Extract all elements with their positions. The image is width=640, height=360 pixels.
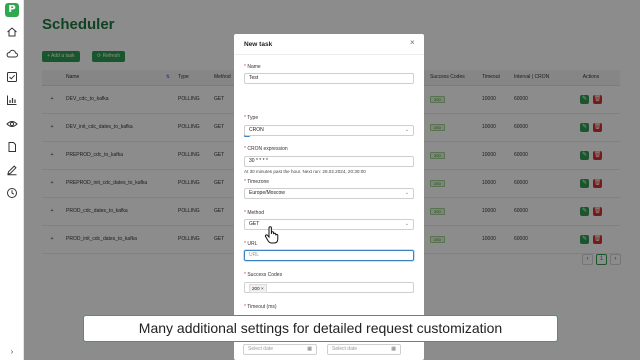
timezone-field-label: * Timezone xyxy=(244,179,269,185)
required-mark: * xyxy=(244,272,246,278)
checklist-icon[interactable] xyxy=(6,71,18,83)
end-date-picker[interactable]: Select date ▦ xyxy=(327,344,401,355)
label-text: Type xyxy=(247,115,259,121)
required-mark: * xyxy=(244,146,246,152)
eye-icon[interactable] xyxy=(6,118,18,130)
label-text: Timeout (ms) xyxy=(247,304,277,310)
label-text: CRON expression xyxy=(247,146,288,152)
caption-banner: Many additional settings for detailed re… xyxy=(83,315,558,342)
chevron-down-icon: ⌄ xyxy=(404,221,409,227)
chevron-down-icon: ⌄ xyxy=(404,127,409,133)
url-field[interactable]: URL xyxy=(244,250,414,261)
start-date-picker[interactable]: Select date ▦ xyxy=(243,344,317,355)
home-icon[interactable] xyxy=(6,26,18,38)
timeout-field-label: * Timeout (ms) xyxy=(244,304,277,310)
app-logo: P xyxy=(5,3,19,17)
new-task-modal: New task × * Name Test ✓ Enabled * Type … xyxy=(234,34,424,360)
cron-hint: At 30 minutes past the hour. Next run: 2… xyxy=(244,169,366,174)
timezone-select[interactable]: Europe/Moscow ⌄ xyxy=(244,188,414,199)
required-mark: * xyxy=(244,304,246,310)
modal-title: New task xyxy=(244,41,273,48)
name-field-label: * Name xyxy=(244,64,261,70)
label-text: Success Codes xyxy=(247,272,283,278)
chevron-down-icon: ⌄ xyxy=(404,190,409,196)
name-field[interactable]: Test xyxy=(244,73,414,84)
sidebar-expand-handle[interactable]: › xyxy=(6,348,18,356)
label-text: URL xyxy=(247,241,258,247)
cron-field-label: * CRON expression xyxy=(244,146,288,152)
end-date-placeholder: Select date xyxy=(332,346,358,352)
sidebar: P › xyxy=(0,0,24,360)
modal-divider xyxy=(234,54,424,55)
success-codes-field-label: * Success Codes xyxy=(244,272,282,278)
timezone-select-value: Europe/Moscow xyxy=(249,190,285,196)
close-icon[interactable]: × xyxy=(410,39,415,47)
calendar-icon: ▦ xyxy=(391,346,396,352)
hand-pointer-icon xyxy=(264,226,280,244)
success-codes-field[interactable]: 200 × xyxy=(244,282,414,293)
label-text: Timezone xyxy=(247,179,270,185)
required-mark: * xyxy=(244,115,246,121)
url-field-label: * URL xyxy=(244,241,257,247)
type-select-value: CRON xyxy=(249,127,264,133)
cron-expression-field[interactable]: 30 * * * * xyxy=(244,156,414,167)
document-icon[interactable] xyxy=(6,141,18,153)
success-code-tag[interactable]: 200 × xyxy=(249,284,267,293)
edit-icon[interactable] xyxy=(6,164,18,176)
start-date-placeholder: Select date xyxy=(248,346,274,352)
required-mark: * xyxy=(244,179,246,185)
type-field-label: * Type xyxy=(244,115,258,121)
label-text: Name xyxy=(247,64,261,70)
required-mark: * xyxy=(244,210,246,216)
cloud-icon[interactable] xyxy=(6,48,18,60)
bar-chart-icon[interactable] xyxy=(6,94,18,106)
method-select-value: GET xyxy=(249,221,260,227)
type-select[interactable]: CRON ⌄ xyxy=(244,125,414,136)
required-mark: * xyxy=(244,64,246,70)
method-field-label: * Method xyxy=(244,210,264,216)
url-placeholder: URL xyxy=(249,252,260,258)
clock-icon[interactable] xyxy=(6,187,18,199)
label-text: Method xyxy=(247,210,265,216)
calendar-icon: ▦ xyxy=(307,346,312,352)
required-mark: * xyxy=(244,241,246,247)
